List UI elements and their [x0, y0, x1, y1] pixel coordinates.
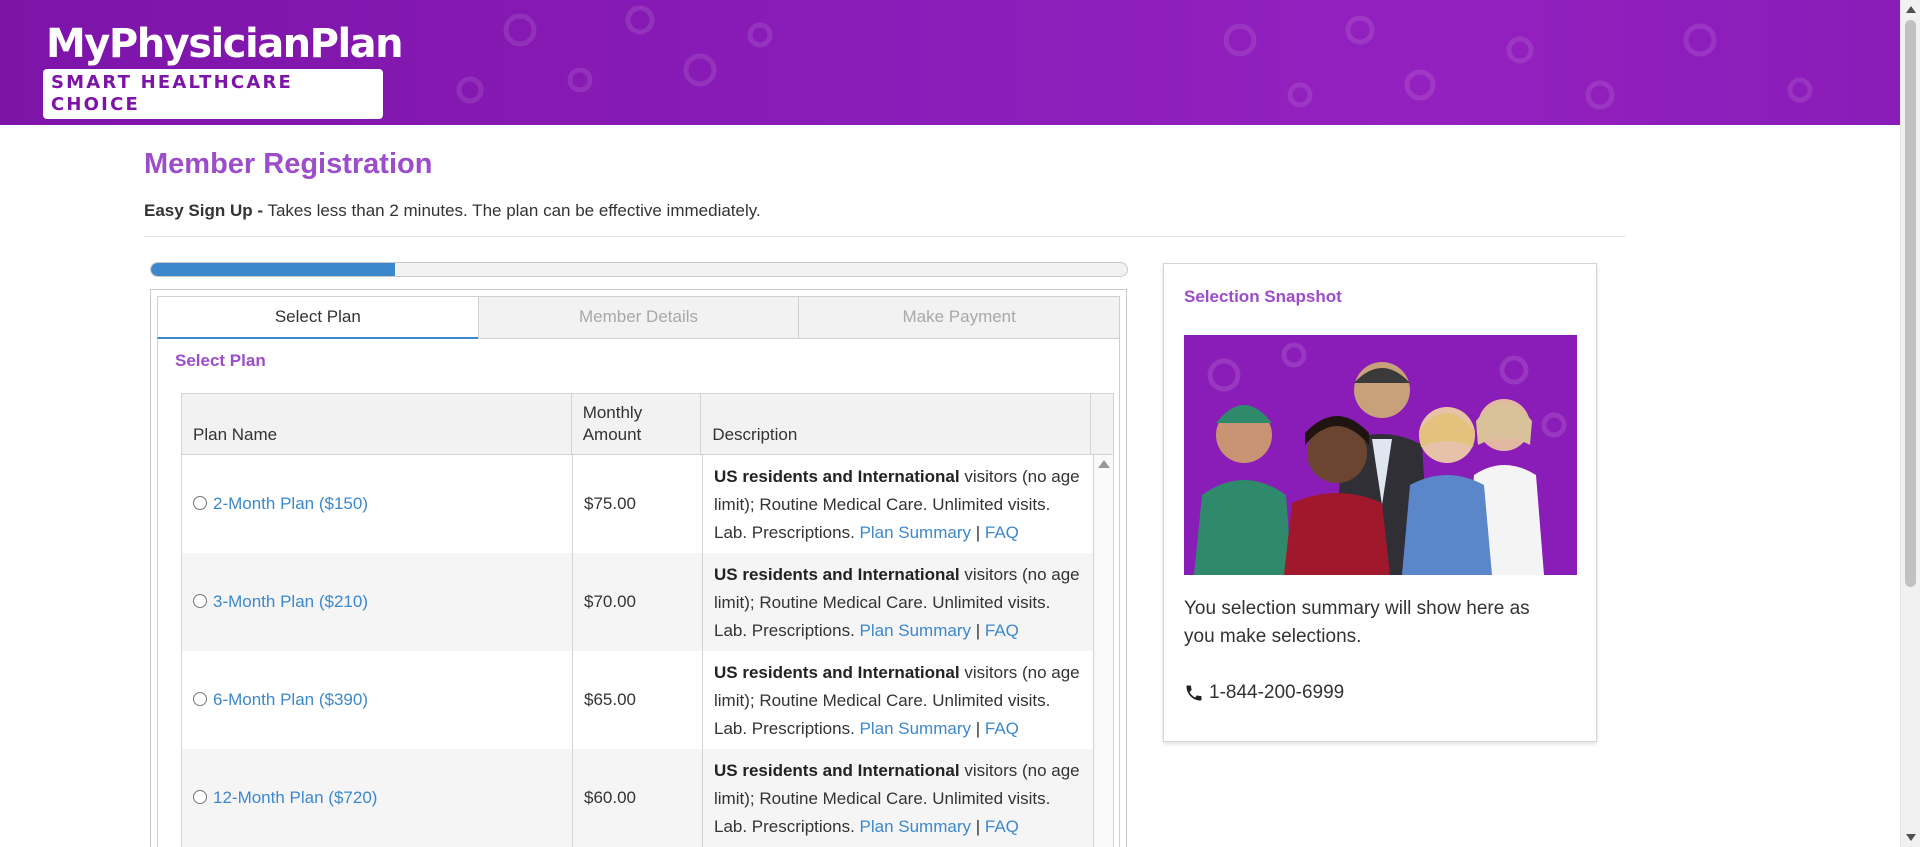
- header-scroll-gutter: [1091, 394, 1113, 454]
- snapshot-phone[interactable]: 1-844-200-6999: [1184, 682, 1344, 704]
- faq-link[interactable]: FAQ: [985, 719, 1019, 738]
- page-subtitle: Easy Sign Up - Takes less than 2 minutes…: [144, 201, 761, 221]
- plan-name-cell: 12-Month Plan ($720): [182, 749, 573, 847]
- table-scroll-gutter[interactable]: [1094, 651, 1113, 749]
- tab-panel-select-plan: Select Plan Plan Name Monthly Amount Des…: [157, 339, 1120, 847]
- phone-icon: [1186, 685, 1202, 701]
- plan-name-cell: 2-Month Plan ($150): [182, 455, 573, 553]
- header-monthly-amount: Monthly Amount: [572, 394, 702, 454]
- tab-make-payment[interactable]: Make Payment: [798, 296, 1121, 339]
- plan-name-cell: 6-Month Plan ($390): [182, 651, 573, 749]
- logo-title: MyPhysicianPlan: [46, 21, 404, 67]
- monthly-amount: $65.00: [573, 651, 703, 749]
- faq-link[interactable]: FAQ: [985, 817, 1019, 836]
- snapshot-title: Selection Snapshot: [1184, 287, 1342, 306]
- plan-radio[interactable]: [193, 691, 207, 706]
- plan-radio[interactable]: [193, 495, 207, 510]
- description-bold: US residents and International: [714, 467, 960, 486]
- table-scroll-up-icon[interactable]: [1098, 460, 1110, 468]
- plan-description: US residents and International visitors …: [703, 455, 1094, 553]
- table-header: Plan Name Monthly Amount Description: [182, 394, 1113, 455]
- plan-summary-link[interactable]: Plan Summary: [860, 817, 971, 836]
- plan-radio[interactable]: [193, 593, 207, 608]
- selection-snapshot-card: Selection Snapshot You selection summary: [1163, 263, 1597, 742]
- progress-fill: [151, 263, 395, 276]
- description-bold: US residents and International: [714, 761, 960, 780]
- registration-wizard: Select Plan Member Details Make Payment …: [150, 289, 1127, 847]
- link-separator: |: [971, 817, 985, 836]
- plan-description: US residents and International visitors …: [703, 749, 1094, 847]
- subtitle-bold: Easy Sign Up -: [144, 201, 264, 220]
- subtitle-text: Takes less than 2 minutes. The plan can …: [263, 201, 761, 220]
- plan-name-link[interactable]: 12-Month Plan ($720): [213, 788, 377, 808]
- plan-name-cell: 3-Month Plan ($210): [182, 553, 573, 651]
- tab-member-details[interactable]: Member Details: [477, 296, 800, 339]
- link-separator: |: [971, 719, 985, 738]
- plan-summary-link[interactable]: Plan Summary: [860, 523, 971, 542]
- monthly-amount: $70.00: [573, 553, 703, 651]
- wizard-tabs: Select Plan Member Details Make Payment: [157, 296, 1121, 339]
- plan-summary-link[interactable]: Plan Summary: [860, 719, 971, 738]
- link-separator: |: [971, 523, 985, 542]
- registration-progress-bar: [150, 262, 1128, 277]
- logo-tagline: SMART HEALTHCARE CHOICE: [43, 69, 383, 119]
- doctors-group-image: [1184, 335, 1577, 575]
- link-separator: |: [971, 621, 985, 640]
- plan-radio[interactable]: [193, 789, 207, 804]
- plan-name-link[interactable]: 3-Month Plan ($210): [213, 592, 368, 612]
- faq-link[interactable]: FAQ: [985, 523, 1019, 542]
- section-title: Select Plan: [175, 351, 266, 370]
- table-row: 12-Month Plan ($720) $60.00 US residents…: [182, 749, 1113, 847]
- divider: [144, 236, 1626, 237]
- table-scroll-gutter[interactable]: [1094, 749, 1113, 847]
- page-title: Member Registration: [144, 148, 433, 180]
- plan-table: Plan Name Monthly Amount Description 2-M…: [181, 393, 1114, 847]
- site-logo[interactable]: MyPhysicianPlan SMART HEALTHCARE CHOICE: [43, 20, 404, 119]
- table-scroll-gutter[interactable]: [1094, 455, 1113, 553]
- site-header: MyPhysicianPlan SMART HEALTHCARE CHOICE: [0, 0, 1900, 125]
- table-scroll-gutter[interactable]: [1094, 553, 1113, 651]
- plan-description: US residents and International visitors …: [703, 651, 1094, 749]
- description-bold: US residents and International: [714, 565, 960, 584]
- header-plan-name: Plan Name: [182, 394, 572, 454]
- plan-description: US residents and International visitors …: [703, 553, 1094, 651]
- table-row: 6-Month Plan ($390) $65.00 US residents …: [182, 651, 1113, 749]
- snapshot-summary-text: You selection summary will show here as …: [1184, 598, 1530, 647]
- table-row: 3-Month Plan ($210) $70.00 US residents …: [182, 553, 1113, 651]
- plan-name-link[interactable]: 6-Month Plan ($390): [213, 690, 368, 710]
- phone-number[interactable]: 1-844-200-6999: [1209, 682, 1344, 704]
- monthly-amount: $60.00: [573, 749, 703, 847]
- scrollbar-thumb[interactable]: [1905, 20, 1916, 587]
- description-bold: US residents and International: [714, 663, 960, 682]
- page-scrollbar[interactable]: [1900, 0, 1920, 847]
- header-description: Description: [701, 394, 1091, 454]
- faq-link[interactable]: FAQ: [985, 621, 1019, 640]
- scroll-down-arrow-icon[interactable]: [1906, 834, 1916, 841]
- monthly-amount: $75.00: [573, 455, 703, 553]
- scroll-up-arrow-icon[interactable]: [1906, 6, 1916, 13]
- tab-select-plan[interactable]: Select Plan: [157, 296, 479, 339]
- plan-name-link[interactable]: 2-Month Plan ($150): [213, 494, 368, 514]
- table-row: 2-Month Plan ($150) $75.00 US residents …: [182, 455, 1113, 553]
- plan-summary-link[interactable]: Plan Summary: [860, 621, 971, 640]
